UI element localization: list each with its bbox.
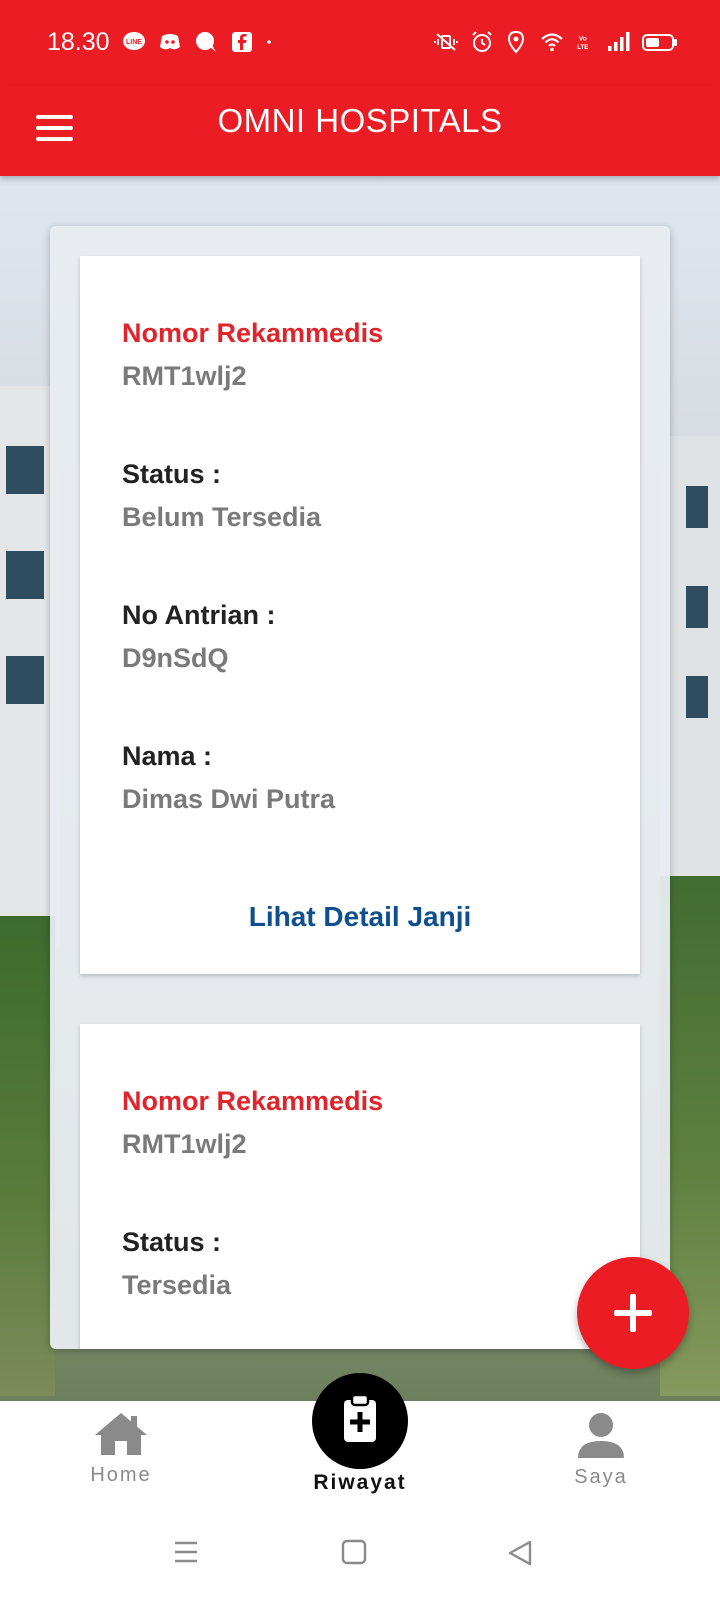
rekam-medis-value: RMT1wlj2	[122, 361, 247, 391]
app-bar: OMNI HOSPITALS	[0, 86, 720, 176]
nav-riwayat-label: Riwayat	[313, 1471, 407, 1494]
status-bar: 18.30 LINE Vo LTE	[0, 0, 720, 86]
status-value: Belum Tersedia	[122, 502, 322, 532]
clipboard-medical-icon	[344, 1393, 376, 1442]
chat-bubble-icon	[196, 32, 216, 52]
nama-label: Nama :	[122, 741, 213, 771]
person-icon	[578, 1413, 624, 1458]
nav-home-label: Home	[90, 1464, 152, 1486]
appointment-card[interactable]: Nomor Rekammedis RMT1wlj2 Status : Belum…	[80, 256, 640, 974]
location-icon	[507, 30, 525, 54]
field-nama: Nama : Dimas Dwi Putra	[122, 741, 335, 815]
lihat-detail-janji-link[interactable]: Lihat Detail Janji	[80, 901, 640, 933]
status-time: 18.30	[47, 28, 110, 56]
alarm-icon	[472, 31, 492, 52]
field-rekam-medis: Nomor Rekammedis RMT1wlj2	[122, 1086, 383, 1160]
nav-saya[interactable]: Saya	[521, 1411, 681, 1489]
system-navigation-bar	[0, 1513, 720, 1600]
svg-text:Vo: Vo	[579, 36, 587, 43]
status-label: Status :	[122, 459, 222, 489]
field-rekam-medis: Nomor Rekammedis RMT1wlj2	[122, 318, 383, 392]
field-no-antrian: No Antrian : D9nSdQ	[122, 600, 275, 674]
app-title: OMNI HOSPITALS	[217, 102, 503, 139]
trees-left	[0, 916, 55, 1396]
notification-icons: LINE	[122, 30, 278, 54]
nama-value: Dimas Dwi Putra	[122, 784, 336, 814]
rekam-medis-label: Nomor Rekammedis	[122, 318, 384, 348]
svg-text:LINE: LINE	[126, 39, 142, 46]
recent-apps-icon[interactable]	[172, 1539, 200, 1565]
nav-riwayat[interactable]	[312, 1373, 408, 1469]
rekam-medis-label: Nomor Rekammedis	[122, 1086, 384, 1116]
home-square-icon[interactable]	[341, 1539, 367, 1565]
add-appointment-button[interactable]	[577, 1257, 689, 1369]
status-label: Status :	[122, 1227, 222, 1257]
svg-text:LTE: LTE	[577, 45, 588, 51]
rekam-medis-value: RMT1wlj2	[122, 1129, 247, 1159]
field-status: Status : Belum Tersedia	[122, 459, 321, 533]
status-value: Tersedia	[122, 1270, 232, 1300]
signal-icon	[608, 32, 630, 51]
field-status: Status : Tersedia	[122, 1227, 231, 1301]
home-icon	[95, 1413, 147, 1455]
system-status-icons: Vo LTE	[430, 30, 678, 54]
nav-saya-label: Saya	[574, 1466, 628, 1488]
battery-icon	[642, 34, 677, 51]
appointment-list[interactable]: Nomor Rekammedis RMT1wlj2 Status : Belum…	[50, 226, 670, 1349]
back-triangle-icon[interactable]	[506, 1539, 534, 1567]
mute-vibrate-icon	[434, 33, 458, 51]
no-antrian-value: D9nSdQ	[122, 643, 229, 673]
appointment-card[interactable]: Nomor Rekammedis RMT1wlj2 Status : Terse…	[80, 1024, 640, 1349]
nav-home[interactable]: Home	[41, 1411, 201, 1487]
dot-icon	[267, 40, 271, 44]
volte-icon: Vo LTE	[577, 36, 588, 51]
no-antrian-label: No Antrian :	[122, 600, 276, 630]
line-icon: LINE	[123, 32, 145, 50]
discord-icon	[160, 34, 180, 50]
wifi-icon	[541, 33, 563, 52]
facebook-icon	[232, 32, 252, 52]
